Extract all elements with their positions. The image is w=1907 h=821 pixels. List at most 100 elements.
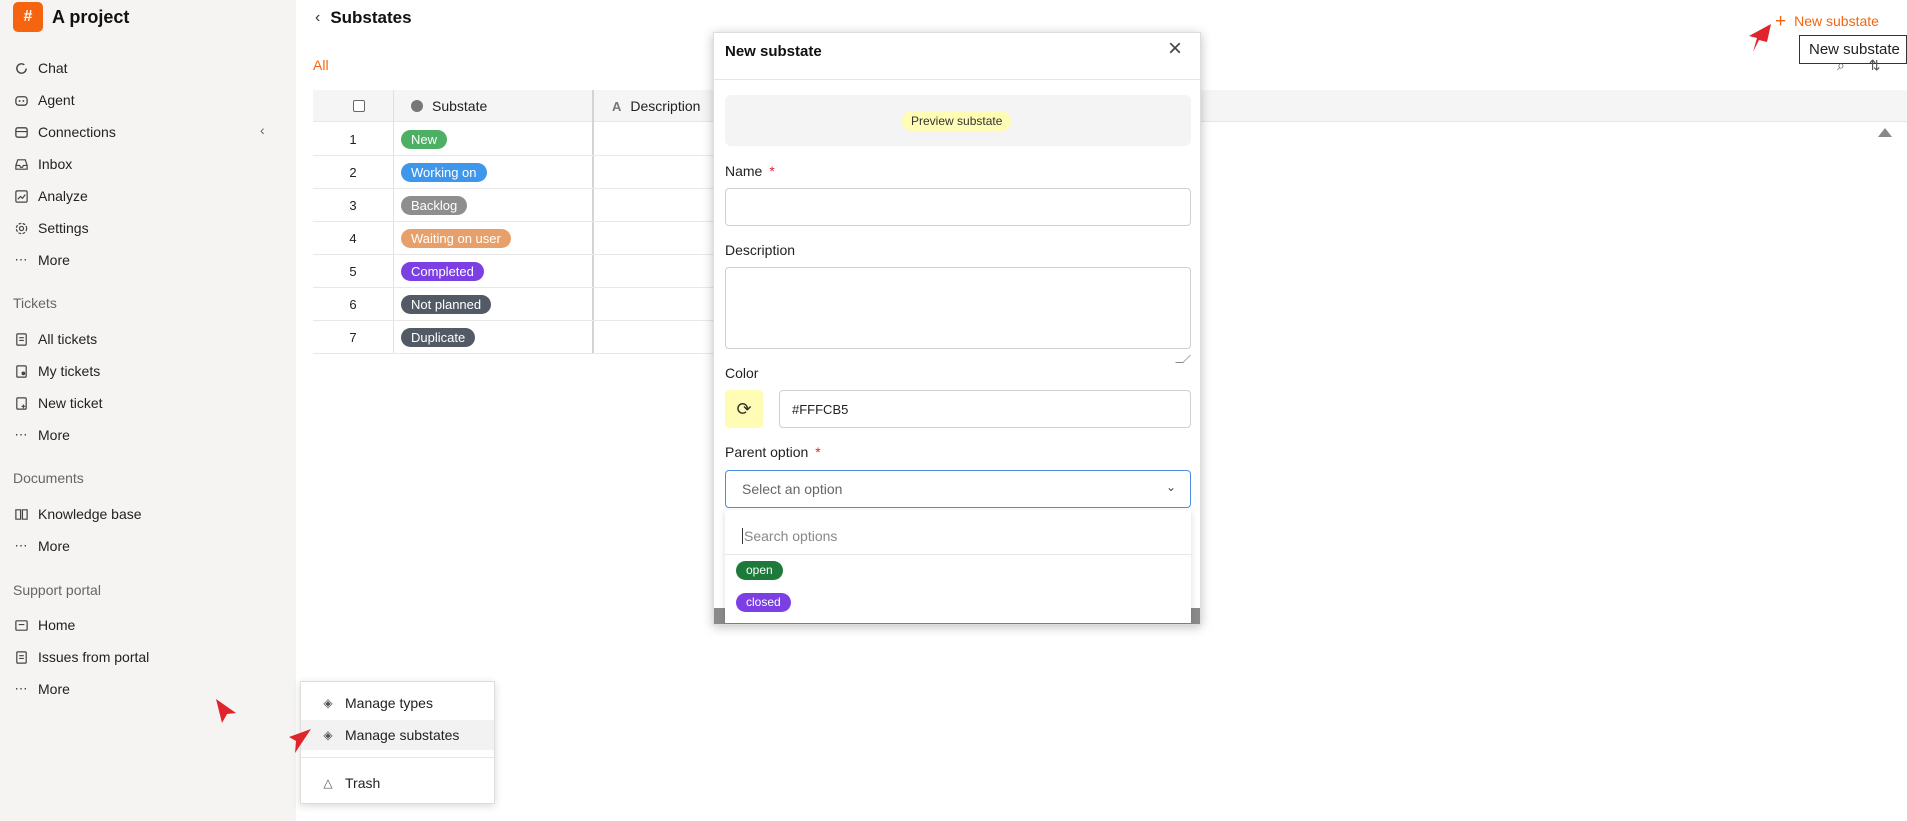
gear-icon (13, 220, 29, 236)
close-icon[interactable]: × (1168, 37, 1182, 61)
sidebar-item-connections[interactable]: Connections (13, 122, 116, 142)
sidebar-item-settings[interactable]: Settings (13, 218, 89, 238)
option-closed[interactable]: closed (736, 593, 791, 612)
preview-badge: Preview substate (902, 111, 1012, 131)
trash-icon: △ (323, 776, 333, 790)
sidebar-item-label: More (38, 681, 70, 697)
substate-badge: Backlog (401, 196, 468, 215)
table-row[interactable]: 5 Completed (313, 255, 713, 288)
sidebar-item-analyze[interactable]: Analyze (13, 186, 88, 206)
row-number: 5 (349, 264, 357, 279)
menu-item-manage-substates[interactable]: ◈ Manage substates (301, 720, 494, 750)
table-row[interactable]: 1 New (313, 123, 713, 156)
page-title: Substates (330, 8, 412, 27)
sidebar-item-issues-from-portal[interactable]: Issues from portal (13, 647, 149, 667)
plus-icon: + (1775, 10, 1787, 32)
refresh-color-button[interactable]: ⟳ (725, 390, 763, 428)
required-mark: * (769, 163, 775, 179)
table-row[interactable]: 2 Working on (313, 156, 713, 189)
substate-badge: Waiting on user (401, 229, 511, 248)
section-support-portal: Support portal (13, 582, 101, 598)
sidebar-item-label: Issues from portal (38, 649, 150, 665)
annotation-arrow-icon (289, 729, 311, 753)
table-row[interactable]: 7 Duplicate (313, 321, 713, 354)
parent-option-dropdown: Search options open closed (725, 510, 1191, 623)
project-header[interactable]: # A project (13, 2, 129, 32)
menu-label: Manage types (345, 695, 433, 711)
parent-option-select[interactable]: Select an option ⌄ (725, 470, 1191, 508)
sidebar-item-label: New ticket (38, 395, 103, 411)
sidebar-item-my-tickets[interactable]: My tickets (13, 361, 100, 381)
column-label: Description (630, 98, 701, 114)
sidebar-item-label: Connections (38, 124, 116, 140)
chevron-down-icon: ⌄ (1165, 480, 1176, 494)
search-icon[interactable]: ⌕ (1837, 57, 1845, 73)
sidebar-item-more[interactable]: ⋯ More (13, 250, 70, 270)
description-field[interactable] (725, 267, 1191, 349)
sidebar-item-new-ticket[interactable]: New ticket (13, 393, 103, 413)
context-menu: ◈ Manage types ◈ Manage substates △ Tras… (300, 681, 495, 804)
table-row[interactable]: 4 Waiting on user (313, 222, 713, 255)
sidebar-item-knowledge-base[interactable]: Knowledge base (13, 504, 142, 524)
required-mark: * (815, 444, 821, 460)
sidebar-item-chat[interactable]: Chat (13, 58, 68, 78)
back-chevron-icon[interactable]: ‹ (315, 9, 320, 27)
row-number: 1 (349, 132, 357, 147)
new-ticket-icon (13, 395, 29, 411)
row-number: 3 (349, 198, 357, 213)
sidebar-item-all-tickets[interactable]: All tickets (13, 329, 97, 349)
menu-item-manage-types[interactable]: ◈ Manage types (301, 688, 494, 718)
resize-handle-icon[interactable] (1175, 355, 1191, 363)
color-field[interactable]: #FFFCB5 (779, 390, 1191, 428)
page-header: ‹ Substates (315, 8, 412, 28)
status-icon (411, 100, 423, 112)
option-open[interactable]: open (736, 561, 783, 580)
table-row[interactable]: 3 Backlog (313, 189, 713, 222)
substate-badge: New (401, 130, 448, 149)
text-icon: A (612, 98, 622, 114)
column-header-substate[interactable]: Substate (402, 90, 602, 122)
substate-badge: Working on (401, 163, 487, 182)
search-options-input[interactable]: Search options (742, 528, 837, 544)
menu-item-trash[interactable]: △ Trash (301, 768, 494, 798)
project-logo-icon: # (13, 2, 43, 32)
row-number: 4 (349, 231, 357, 246)
scroll-up-icon[interactable] (1878, 128, 1892, 137)
parent-option-label: Parent option * (725, 444, 821, 460)
sidebar-item-label: More (38, 538, 70, 554)
substate-badge: Completed (401, 262, 484, 281)
divider (714, 79, 1200, 80)
dots-icon: ⋯ (14, 427, 28, 442)
collapse-chevron-icon[interactable]: ‹ (260, 122, 265, 138)
sidebar-item-tickets-more[interactable]: ⋯ More (13, 425, 70, 445)
sidebar-item-documents-more[interactable]: ⋯ More (13, 536, 70, 556)
annotation-arrow-icon (1749, 24, 1771, 52)
table-row[interactable]: 6 Not planned (313, 288, 713, 321)
annotation-arrow-icon (216, 699, 236, 723)
sidebar-item-label: More (38, 252, 70, 268)
chat-icon (13, 60, 29, 76)
sidebar-item-inbox[interactable]: Inbox (13, 154, 72, 174)
issues-icon (13, 649, 29, 665)
sidebar-item-label: Analyze (38, 188, 88, 204)
column-label: Substate (432, 98, 488, 114)
name-field[interactable] (725, 188, 1191, 226)
row-number: 2 (349, 165, 357, 180)
sidebar-item-label: Knowledge base (38, 506, 142, 522)
dots-icon: ⋯ (14, 252, 28, 267)
preview-box: Preview substate (725, 95, 1191, 146)
sidebar-item-portal-more[interactable]: ⋯ More (13, 679, 70, 699)
dots-icon: ⋯ (14, 538, 28, 553)
menu-label: Trash (345, 775, 381, 791)
new-substate-button[interactable]: + New substate (1769, 8, 1893, 34)
types-icon: ◈ (323, 696, 333, 710)
sort-icon[interactable]: ⇅ (1869, 57, 1881, 73)
my-tickets-icon (13, 363, 29, 379)
select-all-checkbox[interactable] (353, 100, 365, 112)
menu-label: Manage substates (345, 727, 460, 743)
tab-all[interactable]: All (313, 57, 329, 73)
sidebar-item-agent[interactable]: Agent (13, 90, 75, 110)
section-tickets: Tickets (13, 295, 57, 311)
sidebar-item-label: Settings (38, 220, 89, 236)
sidebar-item-home[interactable]: Home (13, 615, 75, 635)
